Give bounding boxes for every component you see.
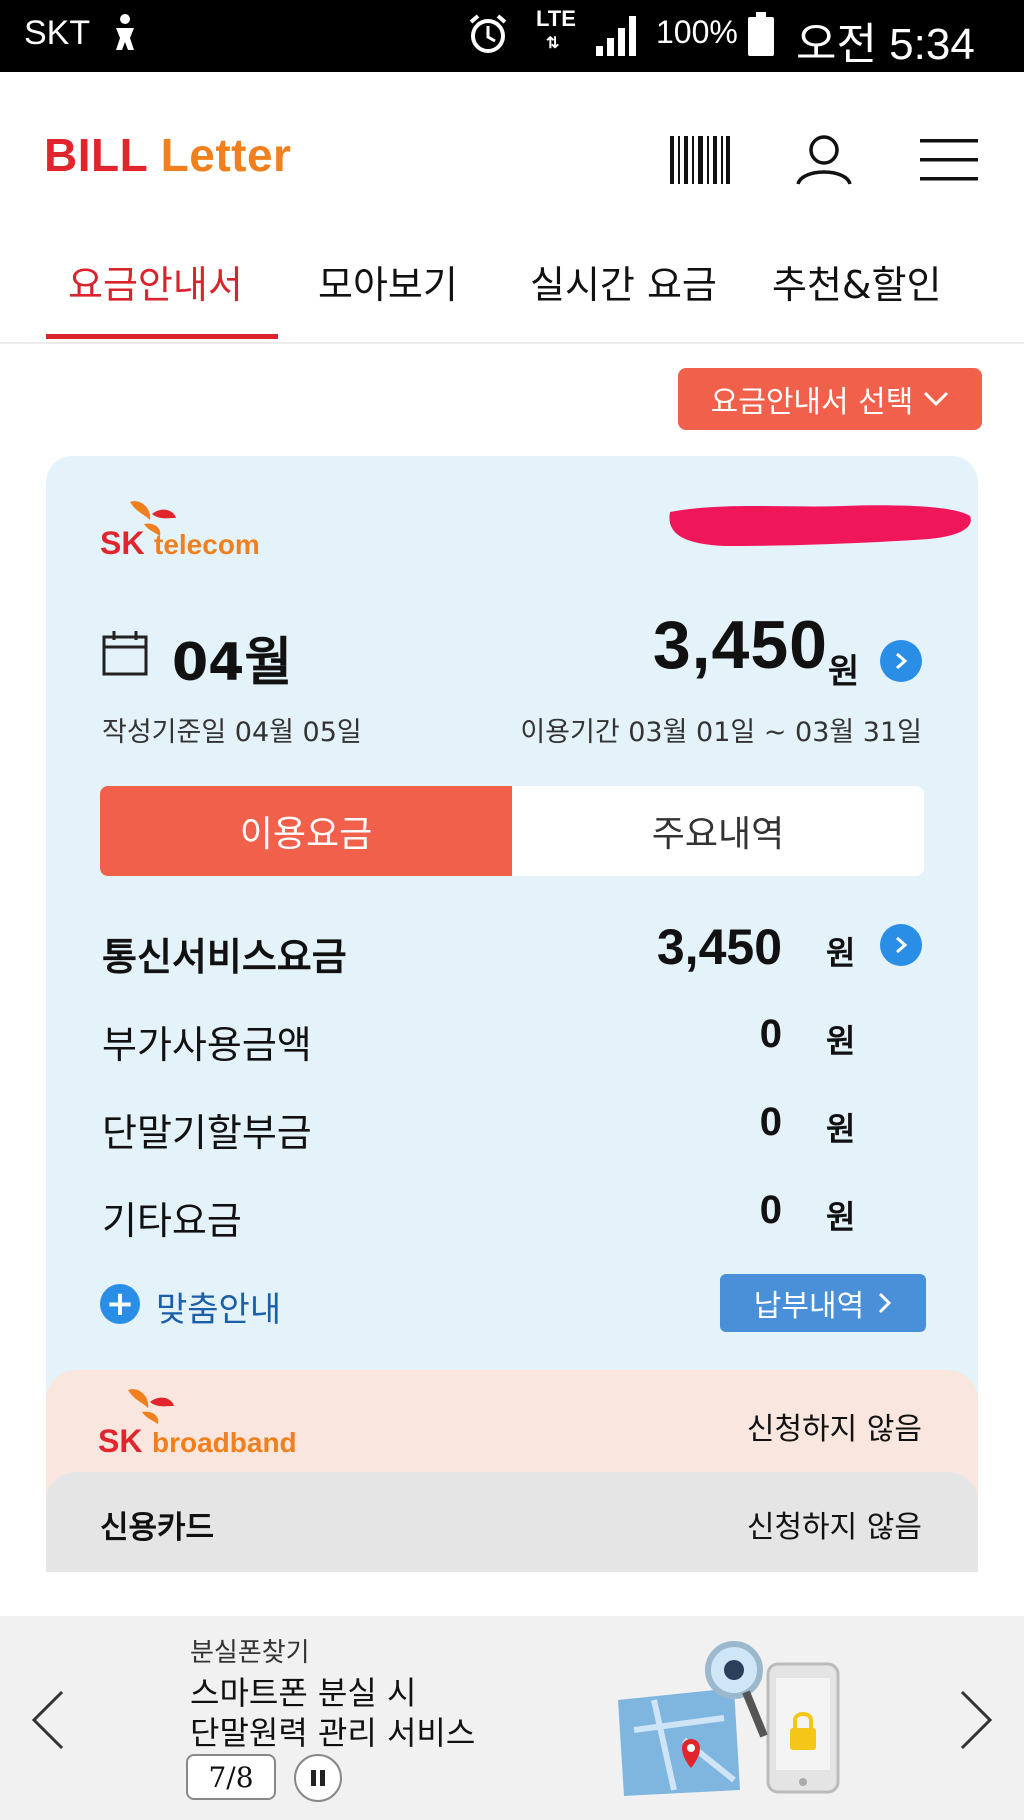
sk-broadband-logo: SK broadband	[98, 1384, 328, 1468]
tab-main-details[interactable]: 주요내역	[512, 786, 924, 876]
additional-usage-unit: 원	[826, 1022, 856, 1060]
signal-icon	[594, 12, 642, 62]
network-label: LTE	[536, 6, 576, 31]
sk-text: SK	[100, 525, 144, 561]
user-account-icon[interactable]	[794, 134, 854, 190]
bill-letter-logo[interactable]: BILL Letter	[44, 128, 291, 182]
logo-bill-text: BILL	[44, 129, 148, 181]
additional-usage-amount: 0	[759, 1012, 782, 1056]
bill-guide-select-button[interactable]: 요금안내서 선택	[678, 368, 982, 430]
other-fee-amount: 0	[759, 1188, 782, 1232]
service-fee-detail-arrow-icon[interactable]	[880, 924, 922, 966]
clock-time: 오전 5:34	[796, 20, 975, 69]
additional-usage-label: 부가사용금액	[102, 1023, 312, 1067]
telecom-service-fee-unit: 원	[826, 934, 856, 972]
banner-kicker: 분실폰찾기	[190, 1638, 310, 1668]
banner-page-indicator: 7/8	[186, 1754, 276, 1800]
promo-banner: 분실폰찾기 스마트폰 분실 시 단말원력 관리 서비스 7/8	[0, 1616, 1024, 1820]
sk-telecom-logo: SK telecom	[100, 494, 270, 568]
telecom-service-fee-amount: 3,450	[656, 919, 782, 975]
calendar-icon	[102, 630, 148, 680]
main-tabs: 요금안내서 모아보기 실시간 요금 추천&할인	[0, 236, 1024, 344]
chevron-down-icon	[924, 391, 949, 407]
tab-usage-fee[interactable]: 이용요금	[100, 786, 512, 876]
logo-letter-text: Letter	[160, 129, 292, 181]
redacted-name	[664, 500, 976, 550]
usage-period: 이용기간 03월 01일 ~ 03월 31일	[520, 717, 922, 748]
banner-page-text: 7/8	[208, 1760, 254, 1794]
telecom-text: telecom	[154, 529, 260, 560]
active-tab-indicator	[46, 334, 278, 339]
total-currency: 원	[828, 652, 860, 692]
device-installment-amount: 0	[759, 1100, 782, 1144]
payment-history-label: 납부내역	[753, 1289, 865, 1324]
select-button-label: 요금안내서 선택	[710, 385, 914, 420]
bill-view-toggle: 이용요금 주요내역	[100, 786, 924, 876]
device-installment-unit: 원	[826, 1110, 856, 1148]
hamburger-menu-icon[interactable]	[920, 134, 978, 190]
broadband-text: broadband	[152, 1427, 297, 1458]
pause-icon[interactable]	[294, 1754, 342, 1802]
credit-card-panel[interactable]: 신용카드 신청하지 않음	[46, 1472, 978, 1572]
total-amount: 3,450	[652, 607, 828, 683]
status-bar: SKT LTE ⇅ 100% 오전 5:34	[0, 0, 1024, 72]
credit-card-status: 신청하지 않음	[746, 1510, 922, 1545]
tab-recommend-discount[interactable]: 추천&할인	[772, 254, 941, 309]
plus-icon[interactable]: +	[100, 1284, 140, 1324]
other-fee-unit: 원	[826, 1198, 856, 1236]
payment-history-button[interactable]: 납부내역	[720, 1274, 926, 1332]
tab-bill-guide[interactable]: 요금안내서	[68, 254, 243, 309]
battery-icon	[748, 12, 774, 56]
carrier-label: SKT	[24, 14, 91, 52]
chevron-right-icon[interactable]	[958, 1688, 994, 1756]
barcode-icon[interactable]	[668, 134, 732, 190]
broadband-status: 신청하지 않음	[746, 1412, 922, 1447]
credit-card-label: 신용카드	[100, 1510, 215, 1546]
tab-realtime-fee[interactable]: 실시간 요금	[530, 254, 717, 309]
battery-percent: 100%	[656, 14, 738, 50]
custom-info-link[interactable]: 맞춤안내	[156, 1282, 281, 1331]
broadband-sk-text: SK	[98, 1423, 142, 1459]
telecom-service-fee-label: 통신서비스요금	[102, 935, 347, 979]
banner-line-2[interactable]: 단말원력 관리 서비스	[190, 1708, 475, 1754]
bill-month: 04월	[172, 633, 293, 693]
tab-collection[interactable]: 모아보기	[318, 254, 458, 309]
lost-phone-illustration	[614, 1640, 864, 1814]
chevron-right-icon	[879, 1292, 892, 1314]
created-date: 작성기준일 04월 05일	[102, 717, 362, 748]
network-type-label: LTE ⇅	[536, 8, 576, 55]
chevron-left-icon[interactable]	[30, 1688, 66, 1756]
alarm-icon	[466, 12, 510, 56]
data-arrows-icon: ⇅	[546, 35, 560, 52]
other-fee-label: 기타요금	[102, 1199, 242, 1243]
device-installment-label: 단말기할부금	[102, 1111, 312, 1155]
accessibility-icon	[108, 12, 142, 61]
total-detail-arrow-icon[interactable]	[880, 640, 922, 682]
